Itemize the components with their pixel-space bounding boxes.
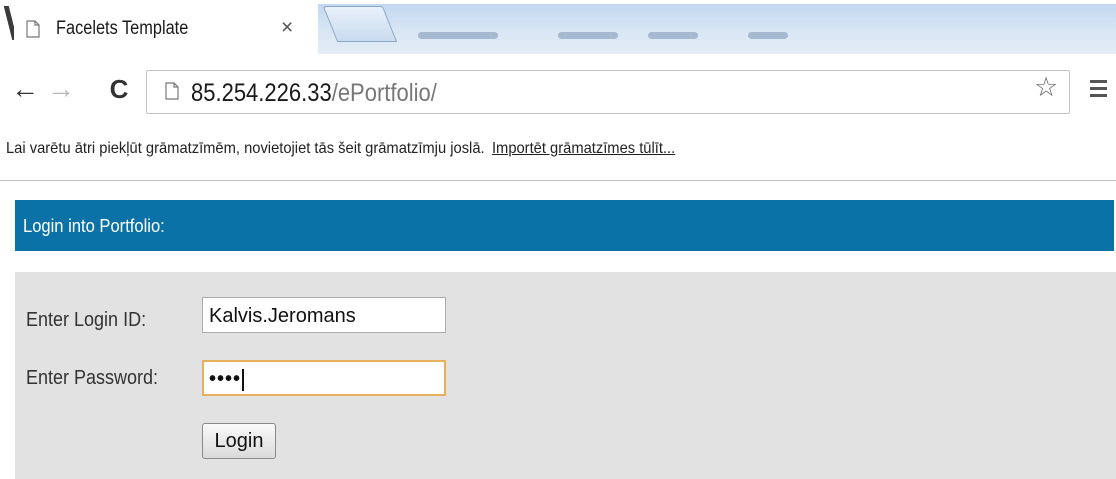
forward-icon[interactable]: → bbox=[46, 74, 76, 104]
password-mask: •••• bbox=[209, 368, 242, 390]
text-cursor bbox=[242, 368, 245, 391]
browser-toolbar: ← → C 85.254.226.33/ePortfolio/ ☆ bbox=[0, 54, 1116, 120]
page-icon bbox=[165, 82, 179, 100]
url-path: /ePortfolio/ bbox=[331, 79, 437, 107]
reload-icon[interactable]: C bbox=[104, 74, 134, 104]
bookmarks-bar-message: Lai varētu ātri piekļūt grāmatzīmēm, nov… bbox=[6, 140, 675, 158]
bookmark-star-icon[interactable]: ☆ bbox=[1034, 74, 1058, 101]
blurred-content bbox=[418, 32, 498, 39]
page-icon bbox=[26, 20, 40, 38]
panel-title: Login into Portfolio: bbox=[23, 216, 165, 236]
login-id-input[interactable]: Kalvis.Jeromans bbox=[202, 297, 446, 333]
blurred-content bbox=[648, 32, 698, 39]
login-button[interactable]: Login bbox=[202, 423, 276, 459]
tab-strip: Facelets Template × bbox=[0, 0, 1116, 54]
login-form bbox=[15, 272, 1116, 479]
url-host: 85.254.226.33 bbox=[191, 79, 332, 107]
address-bar[interactable]: 85.254.226.33/ePortfolio/ bbox=[146, 70, 1070, 114]
tab-close-icon[interactable]: × bbox=[281, 17, 293, 38]
import-bookmarks-link[interactable]: Importēt grāmatzīmes tūlīt... bbox=[492, 140, 675, 157]
password-label: Enter Password: bbox=[26, 367, 159, 389]
panel-header: Login into Portfolio: bbox=[15, 200, 1114, 251]
inactive-tab-area bbox=[318, 4, 1116, 54]
menu-icon[interactable] bbox=[1090, 80, 1110, 100]
bookmarks-bar: Lai varētu ātri piekļūt grāmatzīmēm, nov… bbox=[0, 120, 1116, 181]
tab-title: Facelets Template bbox=[56, 18, 189, 39]
login-id-label: Enter Login ID: bbox=[26, 309, 147, 331]
password-input[interactable]: •••• bbox=[202, 360, 446, 396]
blurred-content bbox=[558, 32, 618, 39]
url-text: 85.254.226.33/ePortfolio/ bbox=[191, 79, 437, 108]
back-icon[interactable]: ← bbox=[10, 74, 40, 104]
blurred-content bbox=[748, 32, 788, 39]
bookmarks-hint-text: Lai varētu ātri piekļūt grāmatzīmēm, nov… bbox=[6, 140, 485, 157]
